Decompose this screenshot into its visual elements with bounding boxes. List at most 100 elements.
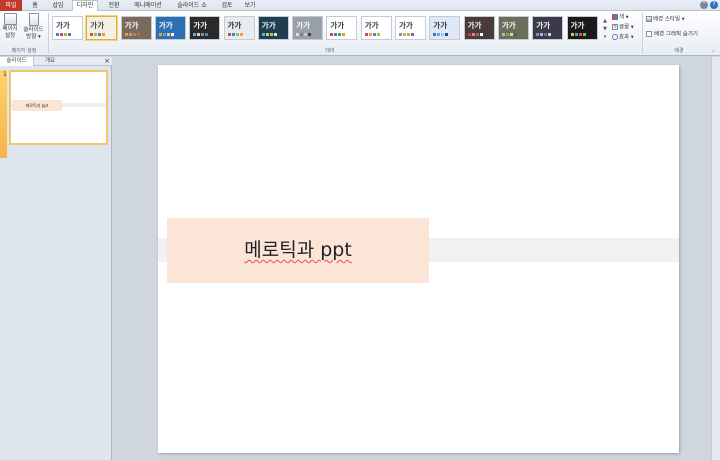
theme-color-dot	[330, 33, 334, 36]
tab-transitions[interactable]: 전환	[104, 1, 124, 11]
ribbon-tab-bar: 파일 홈 삽입 디자인 전환 애니메이션 슬라이드 쇼 검토 보기 ⌃ ?	[0, 0, 720, 12]
theme-sample-text: 가가	[570, 21, 585, 30]
theme-color-dots	[467, 33, 483, 36]
group-divider	[642, 13, 643, 54]
theme-color-dot	[505, 33, 509, 36]
effects-button[interactable]: 효과 ▾	[612, 34, 634, 42]
theme-thumbnail[interactable]: 가가	[395, 16, 426, 40]
theme-sample-text: 가가	[501, 21, 516, 30]
theme-thumbnail[interactable]: 가가	[292, 16, 324, 40]
tab-view[interactable]: 보기	[241, 1, 259, 11]
slide-title: 메로틱과 ppt	[244, 239, 352, 261]
theme-thumbnail[interactable]: 가가	[326, 16, 358, 40]
ribbon: 페이지 설정 슬라이드 방향 ▾ 페이지 설정 ▲ ▼ ▾ 테마 색 ▾ 가 글꼴…	[0, 11, 720, 56]
theme-color-dots	[501, 33, 517, 36]
theme-color-dot	[124, 33, 128, 36]
close-pane-icon[interactable]: ×	[104, 57, 110, 66]
thumbnail-title: 메로틱과 ppt	[12, 100, 62, 111]
page-setup-icon	[3, 13, 17, 25]
background-styles-button[interactable]: 배경 스타일 ▾	[646, 16, 685, 24]
pane-tabs: 슬라이드 개요 ×	[0, 57, 112, 66]
slide-canvas[interactable]: 메로틱과 ppt	[158, 65, 679, 453]
minimize-ribbon-icon[interactable]: ⌃	[700, 1, 708, 9]
theme-color-dots	[124, 33, 140, 36]
theme-color-dot	[269, 33, 273, 36]
theme-more-icon[interactable]: ▾	[602, 33, 608, 41]
theme-color-dot	[64, 33, 67, 36]
theme-color-dots	[193, 33, 209, 36]
theme-color-dot	[509, 33, 513, 36]
theme-color-dot	[445, 33, 449, 36]
theme-thumbnail[interactable]: 가가	[497, 16, 529, 40]
theme-scroll-down-icon[interactable]: ▼	[602, 25, 608, 33]
theme-thumbnail[interactable]: 가가	[223, 16, 255, 40]
themes-group-label: 테마	[325, 48, 335, 54]
theme-color-dot	[197, 33, 201, 36]
theme-color-dot	[94, 33, 98, 36]
theme-sample-text: 가가	[227, 21, 242, 30]
vertical-scrollbar[interactable]	[711, 57, 720, 460]
tab-outline[interactable]: 개요	[36, 57, 64, 66]
theme-color-dot	[273, 33, 277, 36]
theme-color-dot	[128, 33, 132, 36]
background-styles-label: 배경 스타일 ▾	[653, 16, 685, 23]
tab-home[interactable]: 홈	[28, 1, 42, 11]
theme-thumbnail[interactable]: 가가	[154, 16, 186, 40]
tab-slideshow[interactable]: 슬라이드 쇼	[172, 1, 212, 11]
slide-orientation-button[interactable]: 슬라이드 방향 ▾	[20, 13, 47, 41]
slide-orientation-label: 슬라이드 방향 ▾	[23, 27, 44, 40]
tab-file[interactable]: 파일	[0, 0, 22, 11]
theme-color-dot	[399, 33, 402, 36]
hide-background-graphics-checkbox[interactable]: 배경 그래픽 숨기기	[646, 31, 698, 39]
theme-color-dot	[166, 33, 170, 36]
colors-button[interactable]: 색 ▾	[612, 14, 629, 22]
theme-color-dot	[407, 33, 410, 36]
theme-scroll-up-icon[interactable]: ▲	[602, 17, 608, 25]
tab-slides[interactable]: 슬라이드	[0, 57, 34, 66]
theme-color-dot	[296, 33, 300, 36]
background-dialog-launcher-icon[interactable]: ⌟	[712, 47, 714, 54]
fonts-button[interactable]: 가 글꼴 ▾	[612, 24, 634, 32]
effects-icon	[612, 34, 618, 40]
fonts-icon: 가	[612, 24, 618, 30]
help-icon[interactable]: ?	[710, 1, 718, 9]
theme-thumbnail[interactable]: 가가	[52, 16, 83, 40]
selected-slide-marker	[0, 70, 7, 158]
theme-thumbnail[interactable]: 가가	[360, 16, 392, 40]
tab-animations[interactable]: 애니메이션	[129, 1, 167, 11]
page-setup-button[interactable]: 페이지 설정	[1, 13, 19, 40]
colors-icon	[612, 14, 618, 20]
theme-color-dot	[162, 33, 166, 36]
theme-thumbnail[interactable]: 가가	[257, 16, 289, 40]
theme-thumbnail[interactable]: 가가	[463, 16, 495, 40]
theme-color-dots	[296, 33, 312, 36]
theme-color-dot	[158, 33, 162, 36]
theme-color-dot	[90, 33, 94, 36]
theme-thumbnail[interactable]: 가가	[189, 16, 221, 40]
tab-review[interactable]: 검토	[217, 1, 237, 11]
tab-insert[interactable]: 삽입	[48, 1, 68, 11]
theme-color-dot	[433, 33, 437, 36]
theme-color-dot	[574, 33, 578, 36]
theme-sample-text: 가가	[433, 21, 448, 30]
theme-thumbnail[interactable]: 가가	[120, 16, 152, 40]
theme-color-dot	[205, 33, 209, 36]
theme-sample-text: 가가	[399, 21, 413, 30]
theme-color-dot	[98, 33, 102, 36]
theme-sample-text: 가가	[193, 21, 207, 30]
theme-thumbnail[interactable]: 가가	[532, 16, 564, 40]
slide-thumbnail[interactable]: 메로틱과 ppt	[9, 70, 108, 145]
theme-color-dot	[136, 33, 140, 36]
theme-color-dot	[338, 33, 342, 36]
theme-thumbnail[interactable]: 가가	[429, 16, 461, 40]
theme-thumbnail[interactable]: 가가	[566, 16, 598, 40]
theme-sample-text: 가가	[124, 21, 139, 30]
theme-color-dot	[102, 33, 106, 36]
theme-color-dot	[540, 33, 544, 36]
theme-sample-text: 가가	[296, 21, 310, 30]
theme-color-dot	[368, 33, 372, 36]
title-placeholder[interactable]: 메로틱과 ppt	[167, 218, 429, 283]
background-group-label: 배경	[674, 48, 684, 54]
theme-color-dot	[300, 33, 304, 36]
theme-thumbnail[interactable]: 가가	[86, 16, 118, 40]
